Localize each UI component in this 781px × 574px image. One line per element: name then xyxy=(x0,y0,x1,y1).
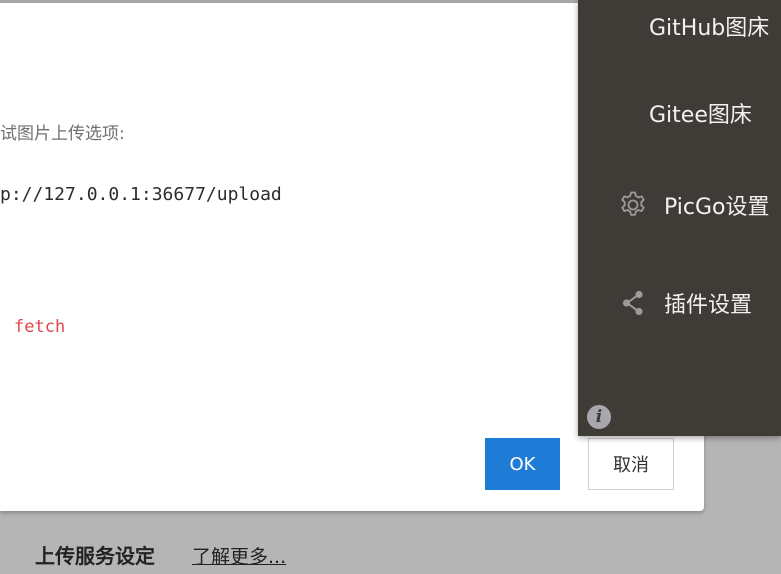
dialog-description: 试图片上传选项: xyxy=(0,124,125,144)
menu-item-label: PicGo设置 xyxy=(664,195,770,220)
page: 试图片上传选项: p://127.0.0.1:36677/upload fetc… xyxy=(0,0,781,574)
menu-item-picgo-settings[interactable]: PicGo设置 xyxy=(578,175,781,235)
gear-icon xyxy=(618,190,648,220)
upload-url-text: p://127.0.0.1:36677/upload xyxy=(0,184,282,205)
ok-button[interactable]: OK xyxy=(485,438,560,490)
code-keyword: fetch xyxy=(14,317,66,337)
learn-more-link[interactable]: 了解更多... xyxy=(192,542,286,569)
section-title: 上传服务设定 xyxy=(35,544,155,568)
menu-item-gitee[interactable]: Gitee图床 xyxy=(578,83,781,143)
menu-item-label: GitHub图床 xyxy=(649,16,770,41)
menu-item-label: 插件设置 xyxy=(664,293,753,318)
share-icon xyxy=(618,288,648,318)
info-icon[interactable]: i xyxy=(587,405,611,429)
menu-item-plugin-settings[interactable]: 插件设置 xyxy=(578,273,781,333)
settings-dropdown-menu: GitHub图床 Gitee图床 PicGo设置 插件设置 i xyxy=(578,0,781,436)
cancel-button[interactable]: 取消 xyxy=(588,438,674,490)
menu-item-github[interactable]: GitHub图床 xyxy=(578,0,781,56)
menu-item-label: Gitee图床 xyxy=(649,103,752,128)
